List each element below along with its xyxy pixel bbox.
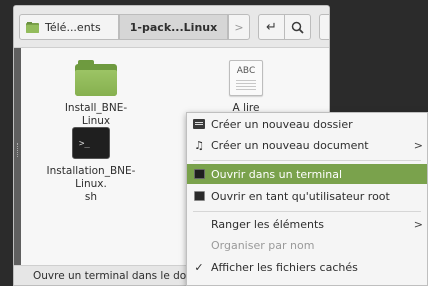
breadcrumb-downloads[interactable]: Télé...ents [19, 14, 119, 40]
root-terminal-icon [193, 190, 205, 202]
new-folder-icon [193, 118, 205, 130]
file-item-label: Install_BNE-Linux [64, 102, 128, 127]
submenu-arrow-icon: > [413, 217, 423, 231]
submenu-arrow-icon: > [413, 138, 423, 152]
breadcrumb-current[interactable]: 1-pack...Linux [119, 14, 228, 40]
toolbar-overflow-button[interactable] [319, 14, 329, 40]
menu-item-label: Afficher les fichiers cachés [211, 260, 358, 274]
search-icon [291, 21, 304, 34]
text-file-icon: ABC [229, 60, 263, 96]
breadcrumb-forward-button[interactable]: > [228, 14, 250, 40]
terminal-arrow-icon: ↵ [266, 19, 277, 35]
sidebar-collapsed[interactable] [14, 48, 21, 265]
menu-item-new-folder[interactable]: Créer un nouveau dossier [187, 114, 427, 134]
menu-item-arrange-items[interactable]: Ranger les éléments > [187, 214, 427, 234]
menu-separator [193, 160, 421, 161]
context-menu: Créer un nouveau dossier ♫ Créer un nouv… [186, 112, 428, 286]
terminal-icon [193, 168, 205, 180]
open-terminal-button[interactable]: ↵ [258, 14, 285, 40]
file-item-install-script[interactable]: >_ Installation_BNE-Linux. sh [31, 127, 151, 204]
toolbar: Télé...ents 1-pack...Linux > ↵ [14, 6, 329, 48]
menu-item-label: Organiser par nom [211, 238, 315, 252]
terminal-prompt-glyph: >_ [79, 139, 90, 149]
sidebar-resize-handle[interactable] [17, 143, 18, 157]
menu-item-open-as-root[interactable]: Ouvrir en tant qu'utilisateur root [187, 186, 427, 206]
new-document-icon: ♫ [194, 138, 204, 152]
menu-item-sort-by-name: Organiser par nom [187, 235, 427, 255]
menu-item-label: Créer un nouveau dossier [211, 117, 353, 131]
checkmark-icon: ✓ [194, 260, 204, 274]
menu-item-label: Ouvrir dans un terminal [211, 167, 343, 181]
file-item-install-folder[interactable]: Install_BNE-Linux [51, 60, 141, 128]
file-item-a-lire[interactable]: ABC A lire [211, 60, 281, 115]
search-button[interactable] [284, 14, 311, 40]
folder-icon [26, 21, 39, 33]
menu-separator [193, 211, 421, 212]
menu-item-open-terminal[interactable]: Ouvrir dans un terminal [187, 164, 427, 184]
menu-item-new-document[interactable]: ♫ Créer un nouveau document > [187, 135, 427, 155]
file-item-label: Installation_BNE-Linux. sh [46, 165, 136, 203]
terminal-script-icon: >_ [72, 127, 110, 159]
menu-item-label: Ranger les éléments [211, 217, 325, 231]
folder-icon [75, 60, 117, 96]
breadcrumb-downloads-label: Télé...ents [45, 20, 101, 34]
text-file-icon-label: ABC [236, 66, 256, 76]
menu-item-show-hidden-files[interactable]: ✓ Afficher les fichiers cachés [187, 257, 427, 277]
menu-item-label: Ouvrir en tant qu'utilisateur root [211, 189, 390, 203]
menu-item-label: Créer un nouveau document [211, 138, 369, 152]
